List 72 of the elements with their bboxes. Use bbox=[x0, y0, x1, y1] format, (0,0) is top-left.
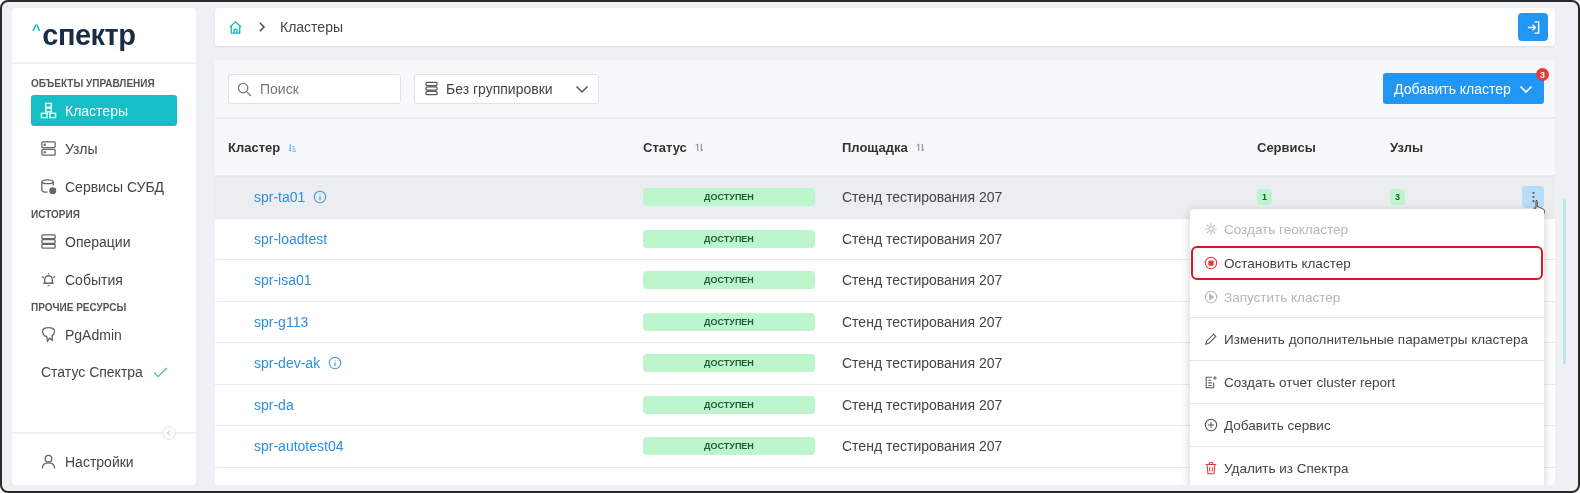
status-badge: ДОСТУПЕН bbox=[643, 395, 815, 414]
nav-item[interactable]: Сервисы СУБД bbox=[31, 171, 177, 202]
stop-icon bbox=[1204, 256, 1218, 270]
database-icon bbox=[40, 178, 57, 195]
status-badge: ДОСТУПЕН bbox=[643, 354, 815, 373]
cluster-link[interactable]: spr-dev-ak bbox=[254, 355, 321, 372]
gear-icon bbox=[1204, 222, 1218, 236]
table-cell: Стенд тестирования 207 bbox=[842, 230, 1003, 247]
status-badge: ДОСТУПЕН bbox=[643, 229, 815, 248]
sort-icon[interactable] bbox=[915, 142, 925, 152]
home-icon[interactable] bbox=[228, 19, 243, 35]
user-icon bbox=[40, 453, 57, 470]
table-cell: Стенд тестирования 207 bbox=[842, 189, 1003, 206]
trash-icon bbox=[1204, 461, 1218, 475]
bell-icon bbox=[40, 271, 57, 288]
table-cell: Стенд тестирования 207 bbox=[842, 272, 1003, 289]
info-icon[interactable] bbox=[328, 356, 343, 371]
cluster-link[interactable]: spr-isa01 bbox=[254, 272, 312, 289]
logout-button[interactable] bbox=[1518, 13, 1548, 41]
status-label: Статус Спектра bbox=[41, 364, 143, 380]
cluster-link[interactable]: spr-g113 bbox=[254, 313, 309, 330]
column-header: Сервисы bbox=[1257, 139, 1316, 155]
section-heading: ИСТОРИЯ bbox=[31, 209, 81, 220]
logo: ^спектр bbox=[12, 8, 196, 64]
chevron-down-icon bbox=[1518, 83, 1533, 94]
menu-item[interactable]: Остановить кластер bbox=[1191, 246, 1543, 280]
count-badge: 1 bbox=[1257, 189, 1272, 206]
scrollbar-thumb[interactable] bbox=[1563, 199, 1566, 364]
status-badge: ДОСТУПЕН bbox=[643, 271, 815, 290]
search-field[interactable]: Поиск bbox=[228, 73, 401, 104]
chevron-right-icon bbox=[257, 21, 266, 33]
nav-item[interactable]: Операции bbox=[31, 226, 177, 257]
grouping-select[interactable]: Без группировки bbox=[414, 73, 599, 104]
nav-item[interactable]: События bbox=[31, 264, 177, 295]
cluster-link[interactable]: spr-autotest04 bbox=[254, 438, 344, 455]
more-icon bbox=[1530, 190, 1536, 205]
chevron-down-icon bbox=[575, 83, 589, 94]
sort-icon[interactable] bbox=[288, 142, 298, 152]
column-header: Площадка bbox=[842, 139, 908, 155]
info-icon[interactable] bbox=[313, 190, 328, 205]
count-badge: 3 bbox=[1390, 189, 1405, 206]
sort-icon[interactable] bbox=[694, 142, 704, 152]
settings-item[interactable]: Настройки bbox=[31, 446, 177, 477]
section-heading: ОБЪЕКТЫ УПРАВЛЕНИЯ bbox=[31, 78, 156, 89]
logout-icon bbox=[1525, 19, 1541, 35]
play-icon bbox=[1204, 290, 1218, 304]
search-icon bbox=[237, 81, 252, 97]
table-cell: Стенд тестирования 207 bbox=[842, 396, 1003, 413]
table-cell: Стенд тестирования 207 bbox=[842, 355, 1003, 372]
nav-item[interactable]: PgAdmin bbox=[31, 319, 177, 350]
collapse-icon[interactable] bbox=[162, 426, 176, 440]
layers-icon bbox=[424, 81, 439, 96]
plus-circle-icon bbox=[1204, 418, 1218, 432]
section-heading: ПРОЧИЕ РЕСУРСЫ bbox=[31, 302, 128, 313]
column-header: Кластер bbox=[228, 139, 281, 155]
column-header: Статус bbox=[643, 139, 687, 155]
notification-badge: 3 bbox=[1536, 68, 1549, 81]
server-icon bbox=[40, 140, 57, 157]
status-badge: ДОСТУПЕН bbox=[643, 312, 815, 331]
table-cell: Стенд тестирования 207 bbox=[842, 313, 1003, 330]
status-badge: ДОСТУПЕН bbox=[643, 188, 815, 207]
table-cell: Стенд тестирования 207 bbox=[842, 438, 1003, 455]
status-badge: ДОСТУПЕН bbox=[643, 437, 815, 456]
pencil-icon bbox=[1204, 332, 1218, 346]
document-icon bbox=[1204, 375, 1218, 389]
cluster-link[interactable]: spr-loadtest bbox=[254, 230, 328, 247]
server-list-icon bbox=[40, 233, 57, 250]
column-header: Узлы bbox=[1390, 139, 1424, 155]
cluster-icon bbox=[40, 102, 57, 119]
cluster-link[interactable]: spr-da bbox=[254, 396, 294, 413]
breadcrumb: Кластеры bbox=[280, 19, 343, 35]
nav-item[interactable]: Узлы bbox=[31, 133, 177, 164]
